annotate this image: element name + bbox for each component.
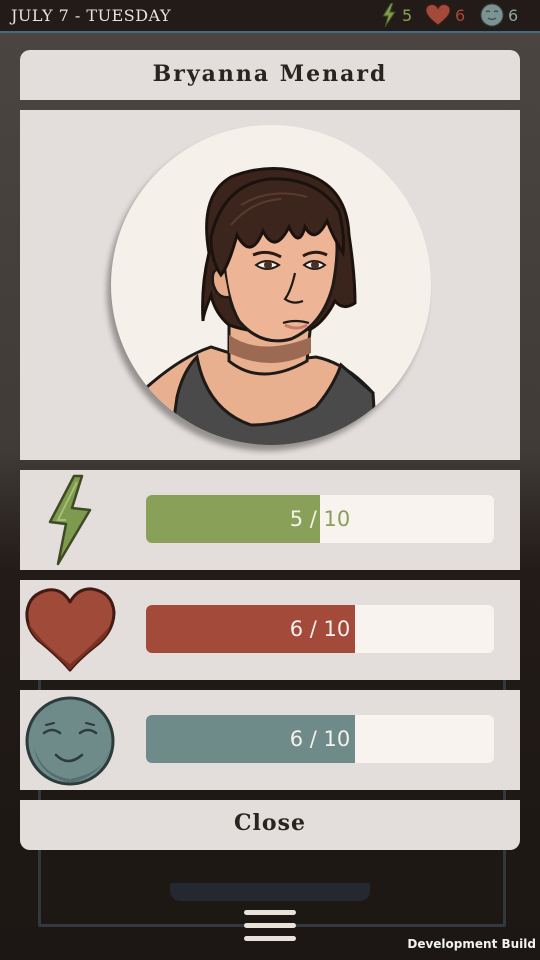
mood-stat-panel: 6 / 10 [20,690,520,790]
status-bar: JULY 7 - TUESDAY 5 6 6 [0,0,540,33]
character-name: Bryanna Menard [152,61,388,87]
portrait-illustration [145,167,378,445]
lightning-icon [382,3,396,27]
hamburger-menu-icon[interactable] [244,908,296,946]
header-mood-stat: 6 [480,3,518,27]
header-energy-stat: 5 [380,3,412,27]
character-name-panel: Bryanna Menard [20,50,520,100]
background-tab [170,883,370,901]
lightning-icon [48,474,92,566]
mood-face-icon [480,3,504,27]
header-health-value: 6 [455,5,466,25]
character-portrait [111,125,431,445]
health-stat-panel: 6 / 10 [20,580,520,680]
health-value-label: 6 / 10 [289,617,351,641]
portrait-panel [20,110,520,460]
health-current: 6 [289,617,304,641]
mood-value-label: 6 / 10 [289,727,351,751]
mood-max: 10 [323,727,351,751]
mood-bar: 6 / 10 [146,715,494,763]
close-button[interactable]: Close [20,800,520,850]
mood-current: 6 [289,727,304,751]
energy-max: 10 [323,507,351,531]
energy-bar: 5 / 10 [146,495,494,543]
date-label: JULY 7 - TUESDAY [11,6,171,25]
heart-icon [25,587,116,672]
development-build-label: Development Build [407,937,536,951]
header-health-stat: 6 [425,3,465,27]
heart-icon [425,4,451,26]
header-mood-value: 6 [508,5,519,25]
health-max: 10 [323,617,351,641]
energy-current: 5 [289,507,304,531]
energy-stat-panel: 5 / 10 [20,470,520,570]
close-button-label: Close [234,810,306,836]
energy-value-label: 5 / 10 [289,507,351,531]
header-energy-value: 5 [402,5,413,25]
health-bar: 6 / 10 [146,605,494,653]
mood-face-icon [25,696,115,786]
